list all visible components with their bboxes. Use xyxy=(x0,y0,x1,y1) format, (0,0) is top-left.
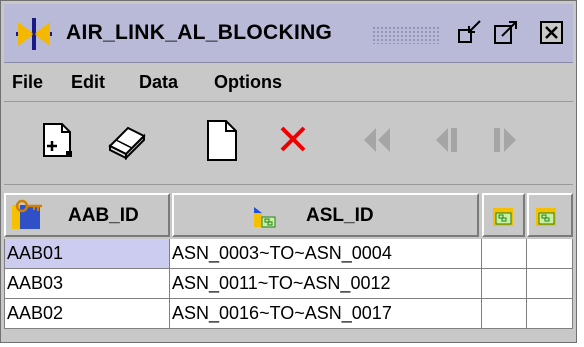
previous-record-icon[interactable] xyxy=(424,118,468,162)
column-label: AAB_ID xyxy=(68,205,139,226)
column-label: ASL_ID xyxy=(306,205,374,226)
delete-icon[interactable] xyxy=(272,118,316,162)
cell-col4[interactable] xyxy=(527,269,573,299)
cell-asl-id[interactable]: ASN_0003~TO~ASN_0004 xyxy=(170,239,482,269)
table-row[interactable]: AAB03 ASN_0011~TO~ASN_0012 xyxy=(4,269,573,299)
title-grip xyxy=(372,26,440,44)
title-bar[interactable]: AIR_LINK_AL_BLOCKING xyxy=(4,4,573,63)
data-table: AAB_ID ASL_ID AAB01 ASN_0003~TO~ASN_0004… xyxy=(4,184,573,330)
close-icon[interactable] xyxy=(538,19,566,47)
table-row[interactable]: AAB02 ASN_0016~TO~ASN_0017 xyxy=(4,299,573,329)
cell-col4[interactable] xyxy=(527,239,573,269)
column-header-asl-id[interactable]: ASL_ID xyxy=(172,193,479,237)
menu-data[interactable]: Data xyxy=(139,72,178,93)
next-record-icon[interactable] xyxy=(484,118,528,162)
cell-aab-id[interactable]: AAB03 xyxy=(4,269,170,299)
table-row[interactable]: AAB01 ASN_0003~TO~ASN_0004 xyxy=(4,239,573,269)
relation-icon xyxy=(536,208,556,226)
add-record-icon[interactable] xyxy=(36,118,80,162)
app-logo-icon xyxy=(16,18,52,50)
cell-col3[interactable] xyxy=(482,299,527,329)
cell-aab-id[interactable]: AAB02 xyxy=(4,299,170,329)
maximize-icon[interactable] xyxy=(492,19,520,47)
column-header-4[interactable] xyxy=(527,193,573,237)
window-title: AIR_LINK_AL_BLOCKING xyxy=(66,21,333,44)
cell-col3[interactable] xyxy=(482,269,527,299)
cell-col3[interactable] xyxy=(482,239,527,269)
menu-options[interactable]: Options xyxy=(214,72,282,93)
eraser-icon[interactable] xyxy=(104,118,148,162)
cell-asl-id[interactable]: ASN_0011~TO~ASN_0012 xyxy=(170,269,482,299)
primary-key-icon xyxy=(12,199,42,229)
cell-asl-id[interactable]: ASN_0016~TO~ASN_0017 xyxy=(170,299,482,329)
first-record-icon[interactable] xyxy=(356,118,400,162)
app-window: AIR_LINK_AL_BLOCKING File Edit Data Opti… xyxy=(0,0,577,343)
column-header-aab-id[interactable]: AAB_ID xyxy=(4,193,170,237)
menu-bar: File Edit Data Options xyxy=(4,63,573,102)
new-document-icon[interactable] xyxy=(200,118,244,162)
cell-col4[interactable] xyxy=(527,299,573,329)
column-header-3[interactable] xyxy=(482,193,525,237)
menu-edit[interactable]: Edit xyxy=(71,72,105,93)
cell-aab-id[interactable]: AAB01 xyxy=(4,239,170,269)
minimize-icon[interactable] xyxy=(456,19,484,47)
toolbar xyxy=(4,102,573,182)
relation-icon xyxy=(493,208,513,226)
menu-file[interactable]: File xyxy=(12,72,43,93)
foreign-key-icon xyxy=(254,207,276,228)
